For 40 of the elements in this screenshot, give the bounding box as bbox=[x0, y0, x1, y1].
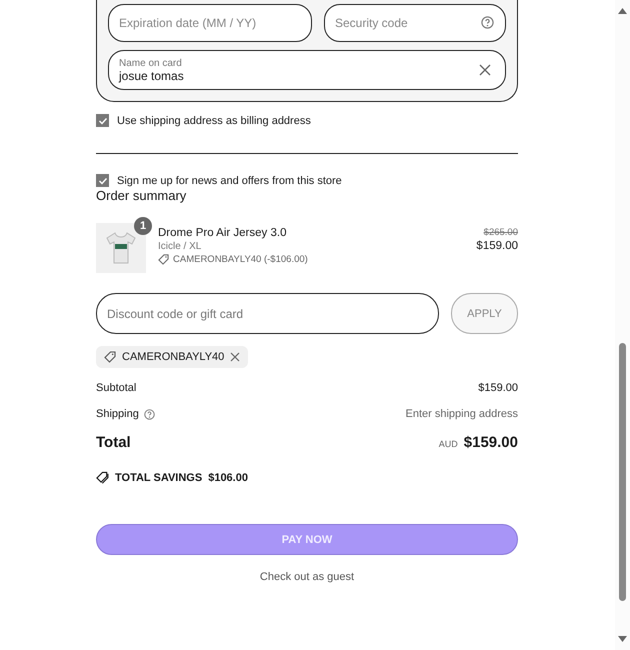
discount-code: CAMERONBAYLY40 bbox=[122, 351, 224, 363]
scrollbar-thumb[interactable] bbox=[619, 343, 626, 602]
total-value: $159.00 bbox=[464, 434, 518, 451]
total-label: Total bbox=[96, 434, 131, 451]
clear-icon[interactable] bbox=[479, 64, 491, 76]
tags-icon bbox=[96, 471, 109, 484]
remove-icon[interactable] bbox=[230, 352, 240, 362]
shirt-icon bbox=[106, 231, 136, 265]
checkbox-label: Use shipping address as billing address bbox=[117, 114, 311, 126]
discount-code-field[interactable]: Discount code or gift card bbox=[96, 293, 439, 334]
field-value: josue tomas bbox=[119, 68, 184, 82]
tag-icon bbox=[104, 351, 116, 363]
subtotal-value: $159.00 bbox=[478, 382, 518, 394]
help-icon bbox=[481, 16, 494, 29]
checkbox[interactable] bbox=[96, 114, 109, 127]
subtotal-label: Subtotal bbox=[96, 382, 136, 394]
scrollbar[interactable] bbox=[615, 0, 630, 650]
checkbox[interactable] bbox=[96, 174, 109, 187]
currency-code: AUD bbox=[438, 439, 458, 449]
discount-text: CAMERONBAYLY40 (-$106.00) bbox=[173, 254, 308, 265]
name-on-card-field[interactable]: Name on card josue tomas bbox=[108, 50, 506, 90]
scroll-down-icon[interactable] bbox=[618, 636, 627, 642]
checkbox-label: Sign me up for news and offers from this store bbox=[117, 174, 342, 186]
product-variant: Icicle / XL bbox=[158, 241, 202, 252]
price: $159.00 bbox=[476, 240, 518, 252]
field-label: Name on card bbox=[119, 58, 183, 68]
security-code-field[interactable]: Security code bbox=[324, 4, 506, 42]
original-price: $265.00 bbox=[484, 227, 518, 238]
section-title: Order summary bbox=[96, 188, 188, 203]
savings-label: TOTAL SAVINGS bbox=[115, 472, 202, 484]
help-icon[interactable] bbox=[144, 408, 155, 420]
quantity-badge: 1 bbox=[134, 217, 152, 235]
tag-icon bbox=[158, 254, 169, 265]
shipping-label: Shipping bbox=[96, 408, 139, 420]
shipping-value: Enter shipping address bbox=[405, 408, 518, 420]
scroll-up-icon[interactable] bbox=[618, 8, 627, 14]
guest-checkout-link[interactable]: Check out as guest bbox=[260, 571, 354, 583]
savings-value: $106.00 bbox=[208, 472, 248, 484]
expiration-field[interactable]: Expiration date (MM / YY) bbox=[108, 4, 312, 42]
product-name: Drome Pro Air Jersey 3.0 bbox=[158, 227, 288, 239]
